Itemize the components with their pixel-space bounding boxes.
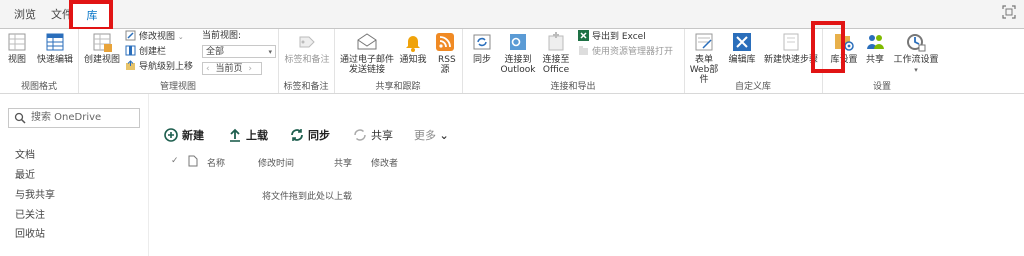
edit-library-icon [733, 33, 751, 51]
workflow-icon [907, 34, 926, 52]
workflow-settings-button[interactable]: 工作流设置 ▾ [892, 31, 940, 75]
navigate-up-icon [126, 60, 135, 70]
upload-icon [230, 128, 240, 142]
column-header-modified-by[interactable]: 修改者 [371, 156, 398, 169]
search-icon [14, 112, 26, 124]
form-web-parts-button[interactable]: 表单 Web部件 [686, 31, 722, 85]
export-excel-button[interactable]: 导出到 Excel [578, 30, 646, 43]
group-connect-export: 同步 连接到Outlook 连接至Office 导出到 Excel 使用资源管理… [462, 29, 685, 93]
form-web-parts-icon [695, 33, 713, 51]
tab-browse[interactable]: 浏览 [8, 0, 42, 28]
navigate-up-button[interactable]: 导航级别上移 [125, 60, 193, 73]
ribbon-tab-bar: 浏览 文件 库 [0, 0, 1024, 30]
select-all-checkmark-icon[interactable]: ✓ [171, 156, 179, 166]
nav-item-recent[interactable]: 最近 [15, 166, 35, 181]
group-share-track: 通过电子邮件发送链接 通知我 RSS源 共享和跟踪 [334, 29, 463, 93]
group-manage-views: 创建视图 修改视图 ⌄ 创建栏 导航级别上移 当前视图: 全部 ▾ ‹ 当前页 … [78, 29, 279, 93]
current-view-label: 当前视图: [202, 31, 242, 41]
share-settings-button[interactable]: 共享 [864, 31, 886, 65]
column-header-modified[interactable]: 修改时间 [258, 156, 294, 169]
search-onedrive-input[interactable]: 搜索 OneDrive [8, 108, 140, 128]
alert-me-button[interactable]: 通知我 [398, 31, 428, 65]
connect-office-button[interactable]: 连接至Office [538, 31, 574, 75]
office-icon [548, 32, 564, 51]
next-page-icon[interactable]: › [248, 64, 252, 74]
group-label-settings: 设置 [872, 82, 891, 92]
share-button[interactable]: 共享 [353, 128, 393, 144]
group-label-tags: 标签和备注 [283, 82, 329, 92]
create-view-button[interactable]: 创建视图 [82, 31, 122, 65]
ribbon: 视图 快速编辑 视图格式 创建视图 修改视图 ⌄ 创建栏 导航级别上移 当前视图… [0, 29, 1024, 94]
email-link-button[interactable]: 通过电子邮件发送链接 [338, 31, 396, 75]
nav-item-followed[interactable]: 已关注 [15, 206, 45, 221]
sync-button[interactable]: 同步 [290, 128, 330, 144]
highlight-library-settings [811, 21, 845, 73]
nav-item-recycle-bin[interactable]: 回收站 [15, 225, 45, 240]
rss-button[interactable]: RSS源 [432, 31, 458, 75]
more-button[interactable]: 更多 ⌄ [414, 128, 449, 144]
tags-notes-button[interactable]: 标签和备注 [282, 31, 332, 65]
chevron-down-icon: ⌄ [439, 129, 449, 142]
quick-edit-icon [46, 33, 64, 51]
excel-icon [578, 30, 589, 41]
group-label-manage-views: 管理视图 [159, 82, 196, 92]
nav-item-shared-with-me[interactable]: 与我共享 [15, 186, 55, 201]
previous-page-icon[interactable]: ‹ [206, 64, 210, 74]
bell-icon [406, 36, 420, 52]
plus-circle-icon [164, 128, 178, 142]
upload-button[interactable]: 上载 [228, 128, 268, 144]
focus-mode-icon[interactable] [1002, 5, 1016, 19]
quick-edit-button[interactable]: 快速编辑 [34, 31, 76, 65]
view-icon [8, 33, 26, 51]
chevron-down-icon: ▾ [914, 66, 918, 74]
current-view-select[interactable]: 全部 ▾ [202, 45, 276, 58]
share-icon [354, 129, 366, 141]
group-view-format: 视图 快速编辑 视图格式 [0, 29, 79, 93]
group-label-share-track: 共享和跟踪 [375, 82, 421, 92]
group-customize: 表单 Web部件 编辑库 新建快速步骤 自定义库 [684, 29, 823, 93]
view-button[interactable]: 视图 [4, 31, 30, 65]
modify-view-icon [125, 30, 136, 41]
tag-icon [299, 36, 315, 48]
empty-drop-message: 将文件拖到此处以上载 [262, 192, 353, 202]
highlight-library-tab [69, 0, 113, 31]
connect-outlook-button[interactable]: 连接到Outlook [500, 31, 536, 75]
file-type-icon [188, 155, 198, 167]
people-icon [867, 35, 884, 49]
group-label-view-format: 视图格式 [20, 82, 57, 92]
group-tags: 标签和备注 标签和备注 [278, 29, 335, 93]
create-view-icon [93, 33, 112, 52]
edit-library-button[interactable]: 编辑库 [726, 31, 758, 65]
column-header-sharing[interactable]: 共享 [334, 156, 352, 169]
sync-icon [291, 129, 303, 141]
quick-step-icon [783, 33, 799, 51]
current-page-pager[interactable]: ‹ 当前页 › [202, 62, 262, 75]
new-button[interactable]: 新建 [164, 128, 204, 144]
outlook-icon [510, 34, 526, 50]
group-label-customize: 自定义库 [734, 82, 771, 92]
rss-icon [436, 33, 454, 51]
open-explorer-button[interactable]: 使用资源管理器打开 [578, 45, 673, 58]
sync-icon [473, 34, 491, 50]
column-header-name[interactable]: 名称 [207, 156, 225, 169]
explorer-icon [579, 46, 588, 55]
create-column-button[interactable]: 创建栏 [125, 45, 166, 58]
group-label-connect-export: 连接和导出 [550, 82, 596, 92]
nav-item-documents[interactable]: 文档 [15, 146, 35, 161]
create-column-icon [125, 45, 136, 56]
sync-ribbon-button[interactable]: 同步 [466, 31, 498, 65]
modify-view-button[interactable]: 修改视图 ⌄ [125, 30, 184, 43]
email-icon [357, 33, 377, 50]
chevron-down-icon: ▾ [268, 48, 272, 56]
left-navigation: 搜索 OneDrive 文档 最近 与我共享 已关注 回收站 [0, 94, 149, 256]
